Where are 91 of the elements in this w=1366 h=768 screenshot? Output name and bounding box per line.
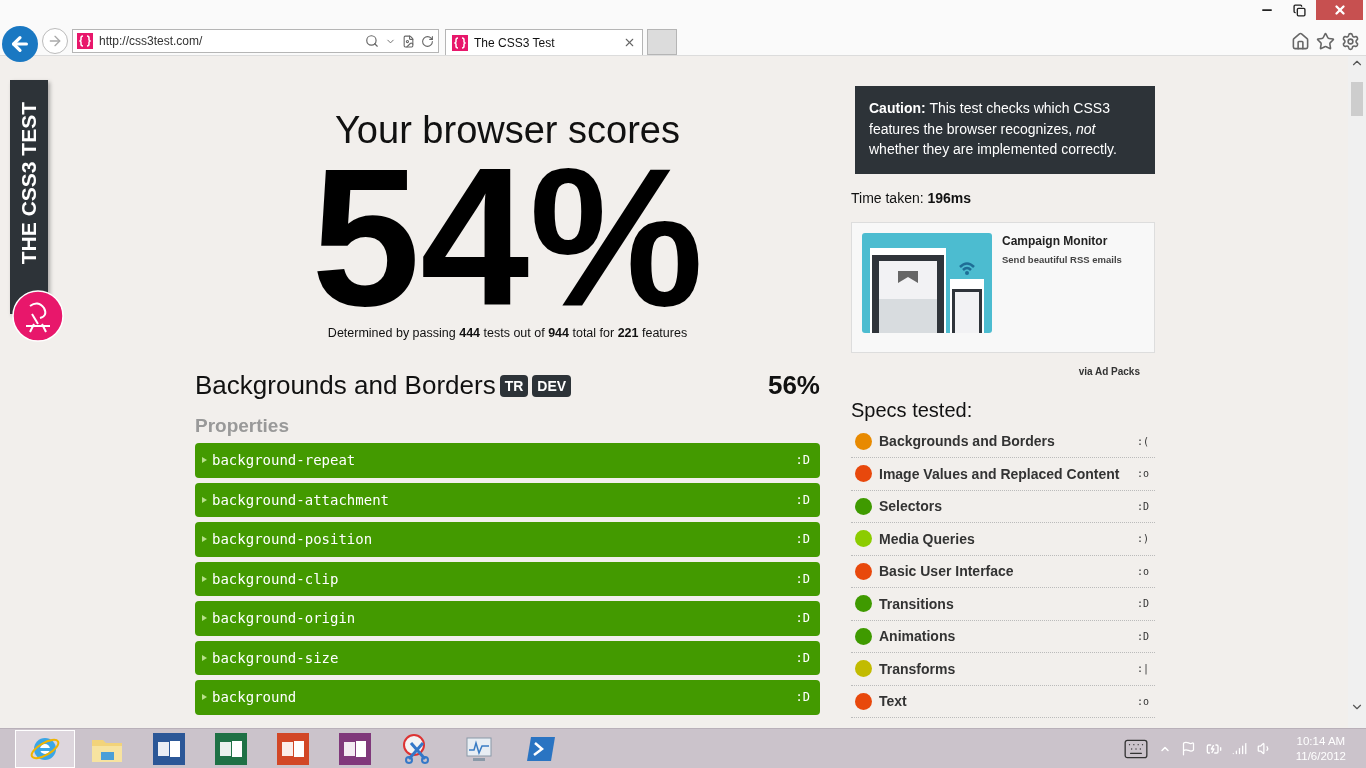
result-face: :D (795, 532, 810, 547)
spec-link[interactable]: Selectors (879, 498, 1130, 515)
specs-title: Specs tested: (851, 398, 974, 422)
result-face: :o (1136, 695, 1150, 707)
property-name: background-attachment (212, 491, 390, 508)
search-icon[interactable] (365, 34, 379, 48)
spec-link[interactable]: Transforms (879, 660, 1130, 677)
url-text: http://css3test.com/ (99, 34, 204, 48)
score-heading: Your browser scores (334, 108, 681, 152)
spec-link[interactable]: Animations (879, 628, 1130, 645)
clock-date: 11/6/2012 (1295, 748, 1346, 764)
result-face: :D (1136, 598, 1150, 610)
app-tile-icon (215, 732, 247, 765)
expand-icon (202, 457, 207, 464)
app-tile-icon (339, 732, 371, 765)
side-tab[interactable]: THE CSS3 TEST (10, 80, 48, 314)
property-name: background-position (212, 531, 374, 548)
section-score: 56% (767, 370, 820, 401)
close-icon (1332, 3, 1347, 17)
result-face: :D (1136, 630, 1150, 642)
result-face: :( (1136, 435, 1150, 447)
property-name: background-size (212, 649, 340, 666)
property-name: background-repeat (212, 452, 357, 469)
shell-icon (525, 734, 557, 763)
time-taken: Time taken: 196ms (851, 189, 973, 206)
scrollbar[interactable] (1348, 56, 1366, 728)
property-row[interactable]: background :D (195, 680, 820, 715)
scroll-thumb[interactable] (1351, 82, 1363, 116)
expand-icon (202, 654, 207, 661)
property-row[interactable]: background-clip :D (195, 561, 820, 596)
spec-badge: TR (499, 374, 529, 397)
compatibility-icon[interactable] (402, 34, 415, 48)
spec-link[interactable]: Basic User Interface (879, 563, 1130, 580)
property-row[interactable]: background-attachment :D (195, 482, 820, 517)
address-bar[interactable]: http://css3test.com/ (72, 29, 439, 53)
clock-time: 10:14 AM (1296, 733, 1346, 749)
property-row[interactable]: background-repeat :D (195, 443, 820, 478)
back-button[interactable] (2, 26, 38, 62)
ad-text: Send beautiful RSS emails (1002, 253, 1122, 265)
property-name: background (212, 689, 298, 706)
app-tile-icon (153, 732, 185, 765)
site-icon (452, 34, 468, 51)
refresh-icon[interactable] (421, 34, 434, 48)
section-title: Backgrounds and Borders (195, 370, 496, 401)
expand-icon (202, 694, 207, 701)
logo-icon (12, 290, 64, 342)
subheading: Properties (195, 415, 290, 437)
ad-title[interactable]: Campaign Monitor (1002, 233, 1122, 248)
spec-link[interactable]: Backgrounds and Borders (879, 433, 1130, 450)
expand-icon (202, 615, 207, 622)
spec-link[interactable]: Media Queries (879, 530, 1130, 547)
result-face: :D (795, 650, 810, 665)
property-name: background-origin (212, 610, 357, 627)
result-face: :D (1136, 500, 1150, 512)
spec-link[interactable]: Image Values and Replaced Content (879, 465, 1130, 482)
result-face: :D (795, 690, 810, 705)
side-tab-label: THE CSS3 TEST (17, 102, 41, 265)
spec-link[interactable]: Text (879, 693, 1130, 710)
result-face: :D (795, 492, 810, 507)
star-icon[interactable] (1316, 31, 1335, 51)
expand-icon (202, 496, 207, 503)
site-icon (77, 33, 93, 49)
forward-arrow-icon (47, 33, 63, 49)
result-face: :D (795, 571, 810, 586)
tab-title: The CSS3 Test (474, 35, 556, 50)
restore-icon (1293, 3, 1306, 17)
result-face: :D (795, 611, 810, 626)
score-percent: 54% (311, 152, 704, 324)
ad-source-link[interactable]: via Ad Packs (1078, 365, 1140, 377)
result-face: :o (1136, 468, 1150, 480)
expand-icon (202, 536, 207, 543)
close-icon[interactable] (623, 36, 636, 49)
settings-icon[interactable] (1341, 31, 1360, 51)
property-row[interactable]: background-position :D (195, 522, 820, 557)
result-face: :) (1136, 533, 1150, 545)
app-tile-icon (277, 732, 309, 765)
ad-card[interactable]: Campaign Monitor Send beautiful RSS emails (851, 221, 1155, 353)
close-button[interactable] (1316, 0, 1363, 20)
score-summary: Determined by passing 444 tests out of 944 total for 221 features (326, 326, 689, 340)
spec-link[interactable]: Transitions (879, 595, 1130, 612)
property-row[interactable]: background-size :D (195, 640, 820, 675)
result-face: :| (1136, 663, 1150, 675)
property-name: background-clip (212, 570, 340, 587)
expand-icon (202, 575, 207, 582)
spec-badge: DEV (532, 374, 572, 397)
caution-note: Caution: This test checks which CSS3 features the browser recognizes, not whether they are implemented correctly. (855, 86, 1155, 174)
browser-tab[interactable]: The CSS3 Test (445, 29, 643, 55)
result-face: :o (1136, 565, 1150, 577)
property-row[interactable]: background-origin :D (195, 601, 820, 636)
result-face: :D (795, 453, 810, 468)
home-icon[interactable] (1291, 31, 1310, 51)
